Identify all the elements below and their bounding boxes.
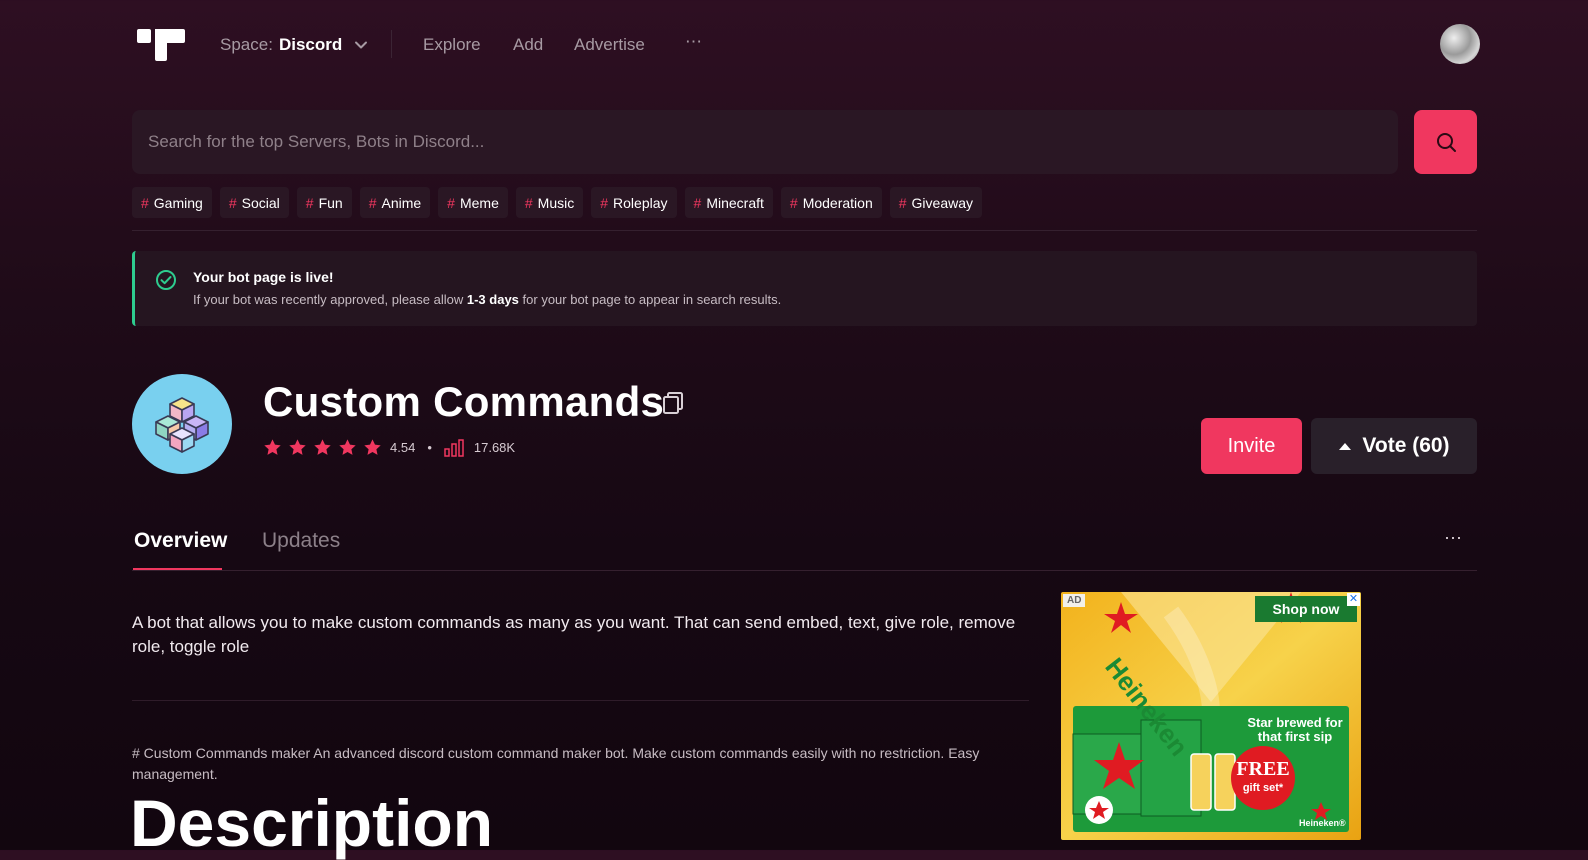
tag-label: Roleplay xyxy=(613,194,668,211)
star-icon xyxy=(264,439,281,455)
cubes-logo-icon xyxy=(155,397,209,453)
separator-dot: • xyxy=(427,440,432,455)
advertisement[interactable]: AD Shop now Heineken Star brewed for tha… xyxy=(1061,592,1361,840)
caret-up-icon xyxy=(1339,443,1352,450)
hash-icon: # xyxy=(447,194,455,211)
tag-label: Gaming xyxy=(153,194,203,211)
star-icon xyxy=(364,439,381,455)
ad-shop-now-button[interactable]: Shop now xyxy=(1255,596,1357,622)
hash-icon: # xyxy=(693,194,702,211)
tag-giveaway[interactable]: # Giveaway xyxy=(889,187,982,218)
invite-button[interactable]: Invite xyxy=(1201,418,1302,474)
check-circle-icon xyxy=(156,270,176,290)
ad-free: FREE xyxy=(1236,758,1290,780)
alert-title: Your bot page is live! xyxy=(193,269,334,285)
rating-row: 4.54 • 17.68K xyxy=(263,438,515,457)
views-count: 17.68K xyxy=(473,440,516,455)
star-icon xyxy=(314,439,331,455)
search-icon xyxy=(1436,133,1456,152)
tag-roleplay[interactable]: # Roleplay xyxy=(591,187,677,218)
search-button[interactable] xyxy=(1414,110,1477,174)
hash-icon: # xyxy=(305,194,314,211)
ad-badge: AD xyxy=(1063,594,1086,607)
nav-explore[interactable]: Explore xyxy=(423,35,481,55)
description-heading: Description xyxy=(130,786,494,860)
user-avatar[interactable] xyxy=(1440,24,1480,64)
tag-label: Moderation xyxy=(802,194,873,211)
tag-fun[interactable]: # Fun xyxy=(296,187,352,218)
alert-text-before: If your bot was recently approved, pleas… xyxy=(193,292,467,307)
divider xyxy=(132,230,1477,231)
tag-minecraft[interactable]: # Minecraft xyxy=(684,187,773,218)
vote-button[interactable]: Vote (60) xyxy=(1311,418,1477,474)
tag-label: Minecraft xyxy=(706,194,764,211)
long-description: # Custom Commands maker An advanced disc… xyxy=(132,745,980,782)
tag-gaming[interactable]: # Gaming xyxy=(132,187,212,218)
tag-moderation[interactable]: # Moderation xyxy=(780,187,882,218)
tag-meme[interactable]: # Meme xyxy=(438,187,508,218)
chevron-down-icon xyxy=(355,41,368,49)
tab-updates[interactable]: Updates xyxy=(262,529,340,553)
vote-label: Vote (60) xyxy=(1362,434,1450,457)
tag-label: Anime xyxy=(381,194,422,211)
bot-name: Custom Commands xyxy=(263,378,665,425)
space-value: Discord xyxy=(278,35,343,54)
bot-avatar xyxy=(132,374,232,474)
tag-anime[interactable]: # Anime xyxy=(359,187,431,218)
tag-label: Social xyxy=(241,194,280,211)
site-logo[interactable] xyxy=(137,29,185,61)
search-input[interactable] xyxy=(132,110,1398,174)
hash-icon: # xyxy=(898,194,907,211)
tabs-divider xyxy=(132,570,1477,571)
tag-label: Music xyxy=(537,194,575,211)
hash-icon: # xyxy=(141,194,149,211)
alert-text-bold: 1-3 days xyxy=(466,292,519,307)
hash-icon: # xyxy=(368,194,377,211)
tag-label: Meme xyxy=(459,194,499,211)
alert-text-after: for your bot page to appear in search re… xyxy=(518,292,782,307)
space-selector[interactable]: Space: Discord xyxy=(220,35,368,55)
tag-label: Fun xyxy=(318,194,343,211)
hash-icon: # xyxy=(600,194,609,211)
star-icon xyxy=(289,439,306,455)
bar-chart-icon xyxy=(444,438,464,457)
more-options-icon[interactable]: ⋯ xyxy=(1444,528,1463,549)
ad-tagline: Star brewed for that first sip xyxy=(1247,715,1343,744)
hash-icon: # xyxy=(524,194,533,211)
hash-icon: # xyxy=(789,194,798,211)
rating-value: 4.54 xyxy=(390,440,416,455)
hash-icon: # xyxy=(228,194,237,211)
header-divider xyxy=(391,30,392,58)
content-divider xyxy=(132,700,1029,701)
nav-add[interactable]: Add xyxy=(513,35,543,55)
success-alert: Your bot page is live! If your bot was r… xyxy=(132,251,1477,326)
copy-icon[interactable] xyxy=(660,390,686,416)
nav-advertise[interactable]: Advertise xyxy=(574,35,645,55)
ad-brand-small: Heineken® xyxy=(1299,818,1346,828)
tag-label: Giveaway xyxy=(911,194,973,211)
star-icon xyxy=(339,439,356,455)
ad-close-icon[interactable]: ✕ xyxy=(1347,593,1360,606)
space-label: Space: xyxy=(220,35,273,54)
active-tab-indicator xyxy=(133,568,222,570)
tag-music[interactable]: # Music xyxy=(515,187,584,218)
tag-social[interactable]: # Social xyxy=(219,187,289,218)
alert-text: If your bot was recently approved, pleas… xyxy=(193,292,781,307)
tag-list: # Gaming # Social # Fun # Anime # Meme # Music… xyxy=(132,187,982,218)
nav-more-icon[interactable]: ⋯ xyxy=(685,32,703,52)
tab-overview[interactable]: Overview xyxy=(134,529,227,553)
ad-gift: gift set* xyxy=(1242,782,1284,794)
short-description: A bot that allows you to make custom com… xyxy=(132,613,1016,656)
